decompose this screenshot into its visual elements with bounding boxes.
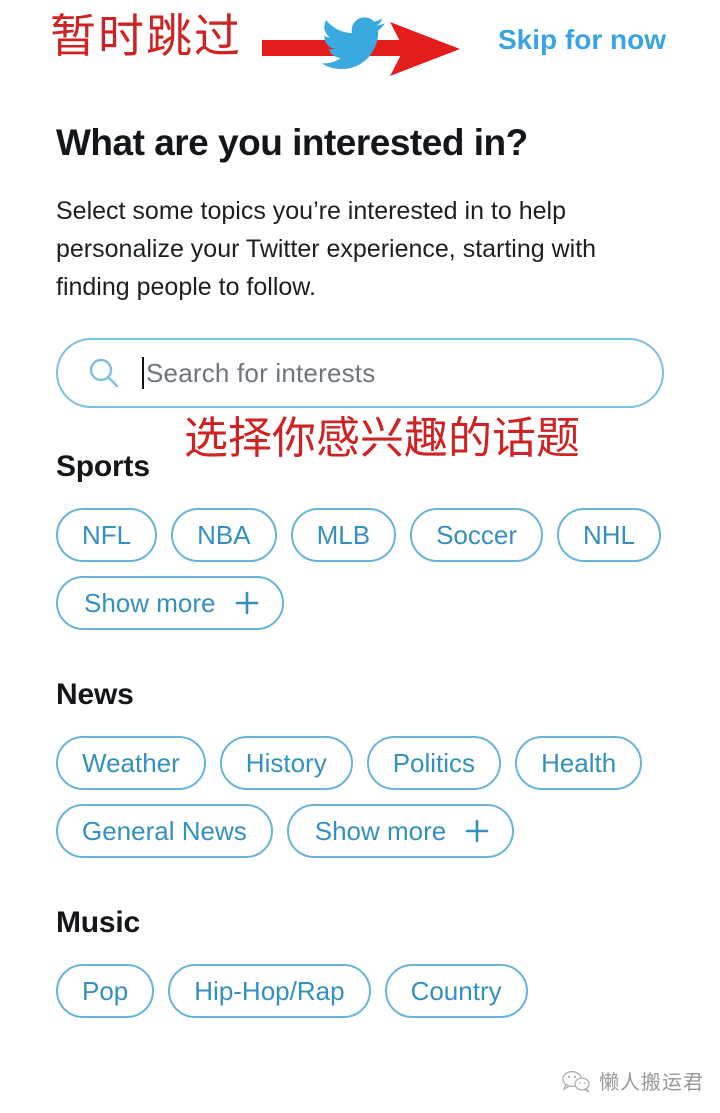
chip-list-sports: NFL NBA MLB Soccer NHL Show more [56,508,664,630]
wechat-icon [561,1069,591,1093]
chip-politics[interactable]: Politics [367,736,501,790]
chip-list-music: Pop Hip-Hop/Rap Country [56,964,664,1018]
page-title: What are you interested in? [56,122,664,164]
search-icon [88,357,120,389]
section-sports: 选择你感兴趣的话题 Sports NFL NBA MLB Soccer NHL … [56,450,664,630]
show-more-label-sports: Show more [84,588,216,619]
twitter-bird-icon [322,14,386,76]
chip-pop[interactable]: Pop [56,964,154,1018]
chip-hip-hop-rap[interactable]: Hip-Hop/Rap [168,964,370,1018]
section-title-news: News [56,678,664,712]
search-input[interactable]: Search for interests [56,338,664,408]
show-more-button-sports[interactable]: Show more [56,576,284,630]
chip-weather[interactable]: Weather [56,736,206,790]
chip-soccer[interactable]: Soccer [410,508,543,562]
watermark: 懒人搬运君 [561,1066,704,1095]
show-more-button-news[interactable]: Show more [287,804,515,858]
twitter-interests-screen: 暂时跳过 Skip for now What are you intereste… [0,0,720,1113]
annotation-topics-chinese: 选择你感兴趣的话题 [184,413,580,465]
skip-for-now-button[interactable]: Skip for now [498,24,666,56]
annotation-skip-chinese: 暂时跳过 [50,8,242,64]
chip-nfl[interactable]: NFL [56,508,157,562]
section-title-music: Music [56,906,664,940]
chip-country[interactable]: Country [385,964,528,1018]
chip-history[interactable]: History [220,736,353,790]
text-caret [142,357,144,389]
show-more-label-news: Show more [315,816,447,847]
section-music: Music Pop Hip-Hop/Rap Country [56,906,664,1018]
chip-nhl[interactable]: NHL [557,508,661,562]
chip-nba[interactable]: NBA [171,508,276,562]
app-header: 暂时跳过 Skip for now [0,0,720,88]
watermark-text: 懒人搬运君 [599,1066,704,1095]
chip-mlb[interactable]: MLB [291,508,396,562]
search-field[interactable]: Search for interests [142,340,662,406]
main-content: What are you interested in? Select some … [0,122,720,1018]
chip-list-news: Weather History Politics Health General … [56,736,664,858]
page-description: Select some topics you’re interested in … [56,192,664,306]
chip-general-news[interactable]: General News [56,804,273,858]
chip-health[interactable]: Health [515,736,642,790]
search-placeholder: Search for interests [146,358,375,389]
plus-icon [464,818,490,844]
section-news: News Weather History Politics Health Gen… [56,678,664,858]
plus-icon [234,590,260,616]
